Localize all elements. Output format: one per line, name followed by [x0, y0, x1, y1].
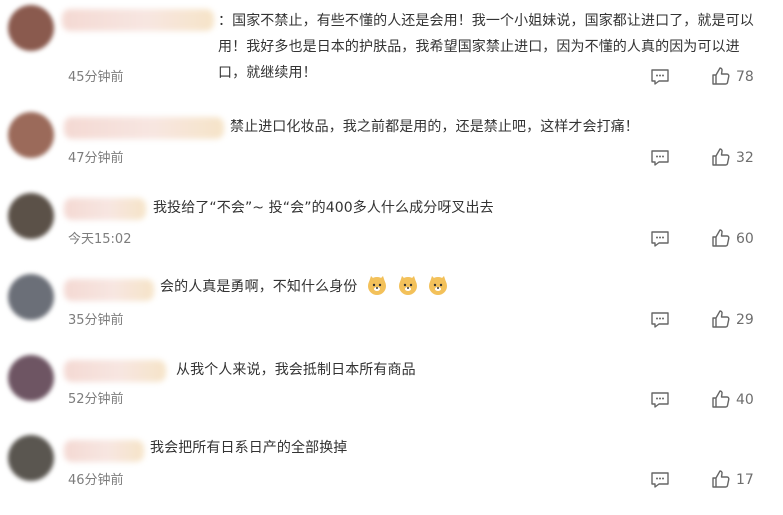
comment-text-content: 会的人真是勇啊，不知什么身份 [160, 279, 358, 295]
comment-text: 我投给了“不会”~ 投“会”的400多人什么成分呀叉出去 [153, 200, 494, 216]
like-count: 29 [736, 312, 754, 328]
like-count: 17 [736, 472, 754, 488]
thumbs-up-icon[interactable] [711, 309, 731, 329]
comment-item: 我会把所有日系日产的全部换掉 46分钟前 17 [0, 428, 783, 508]
avatar[interactable] [8, 274, 54, 320]
comment-text: ：国家不禁止，有些不懂的人还是会用！我一个小姐妹说，国家都让进口了，就是可以用！… [218, 13, 754, 81]
username-blurred[interactable] [62, 9, 214, 31]
username-blurred[interactable] [64, 117, 224, 139]
comment-icon[interactable] [650, 68, 670, 86]
comment-item: 从我个人来说，我会抵制日本所有商品 52分钟前 40 [0, 348, 783, 423]
comment-item: ：国家不禁止，有些不懂的人还是会用！我一个小姐妹说，国家都让进口了，就是可以用！… [0, 0, 783, 95]
comment-icon[interactable] [650, 230, 670, 248]
like-count: 40 [736, 392, 754, 408]
avatar[interactable] [8, 112, 54, 158]
comment-time: 45分钟前 [68, 70, 124, 85]
comment-item: 禁止进口化妆品，我之前都是用的，还是禁止吧，这样才会打痛！ 47分钟前 32 [0, 105, 783, 180]
comment-time: 今天15:02 [68, 232, 132, 247]
comment-text: 从我个人来说，我会抵制日本所有商品 [176, 362, 416, 378]
username-blurred[interactable] [64, 198, 146, 220]
comment-text: 禁止进口化妆品，我之前都是用的，还是禁止吧，这样才会打痛！ [230, 119, 639, 135]
comment-list: ：国家不禁止，有些不懂的人还是会用！我一个小姐妹说，国家都让进口了，就是可以用！… [0, 0, 783, 515]
comment-icon[interactable] [650, 471, 670, 489]
avatar[interactable] [8, 435, 54, 481]
avatar[interactable] [8, 193, 54, 239]
comment-time: 47分钟前 [68, 151, 124, 166]
thumbs-up-icon[interactable] [711, 469, 731, 489]
like-count: 60 [736, 231, 754, 247]
comment-text: 我会把所有日系日产的全部换掉 [150, 440, 348, 456]
avatar[interactable] [8, 355, 54, 401]
thumbs-up-icon[interactable] [711, 228, 731, 248]
like-count: 32 [736, 150, 754, 166]
doge-emoji-icon [429, 276, 448, 295]
comment-item: 我投给了“不会”~ 投“会”的400多人什么成分呀叉出去 今天15:02 60 [0, 186, 783, 261]
comment-icon[interactable] [650, 311, 670, 329]
thumbs-up-icon[interactable] [711, 389, 731, 409]
comment-item: 会的人真是勇啊，不知什么身份 35分钟前 29 [0, 267, 783, 342]
username-blurred[interactable] [64, 440, 144, 462]
username-blurred[interactable] [64, 279, 154, 301]
comment-time: 52分钟前 [68, 392, 124, 407]
username-blurred[interactable] [64, 360, 166, 382]
comment-time: 35分钟前 [68, 313, 124, 328]
comment-text: 会的人真是勇啊，不知什么身份 [160, 274, 580, 300]
comment-icon[interactable] [650, 391, 670, 409]
thumbs-up-icon[interactable] [711, 66, 731, 86]
doge-emoji-icon [398, 276, 417, 295]
doge-emoji-icon [367, 276, 386, 295]
like-count: 78 [736, 69, 754, 85]
comment-time: 46分钟前 [68, 473, 124, 488]
avatar[interactable] [8, 5, 54, 51]
comment-icon[interactable] [650, 149, 670, 167]
thumbs-up-icon[interactable] [711, 147, 731, 167]
